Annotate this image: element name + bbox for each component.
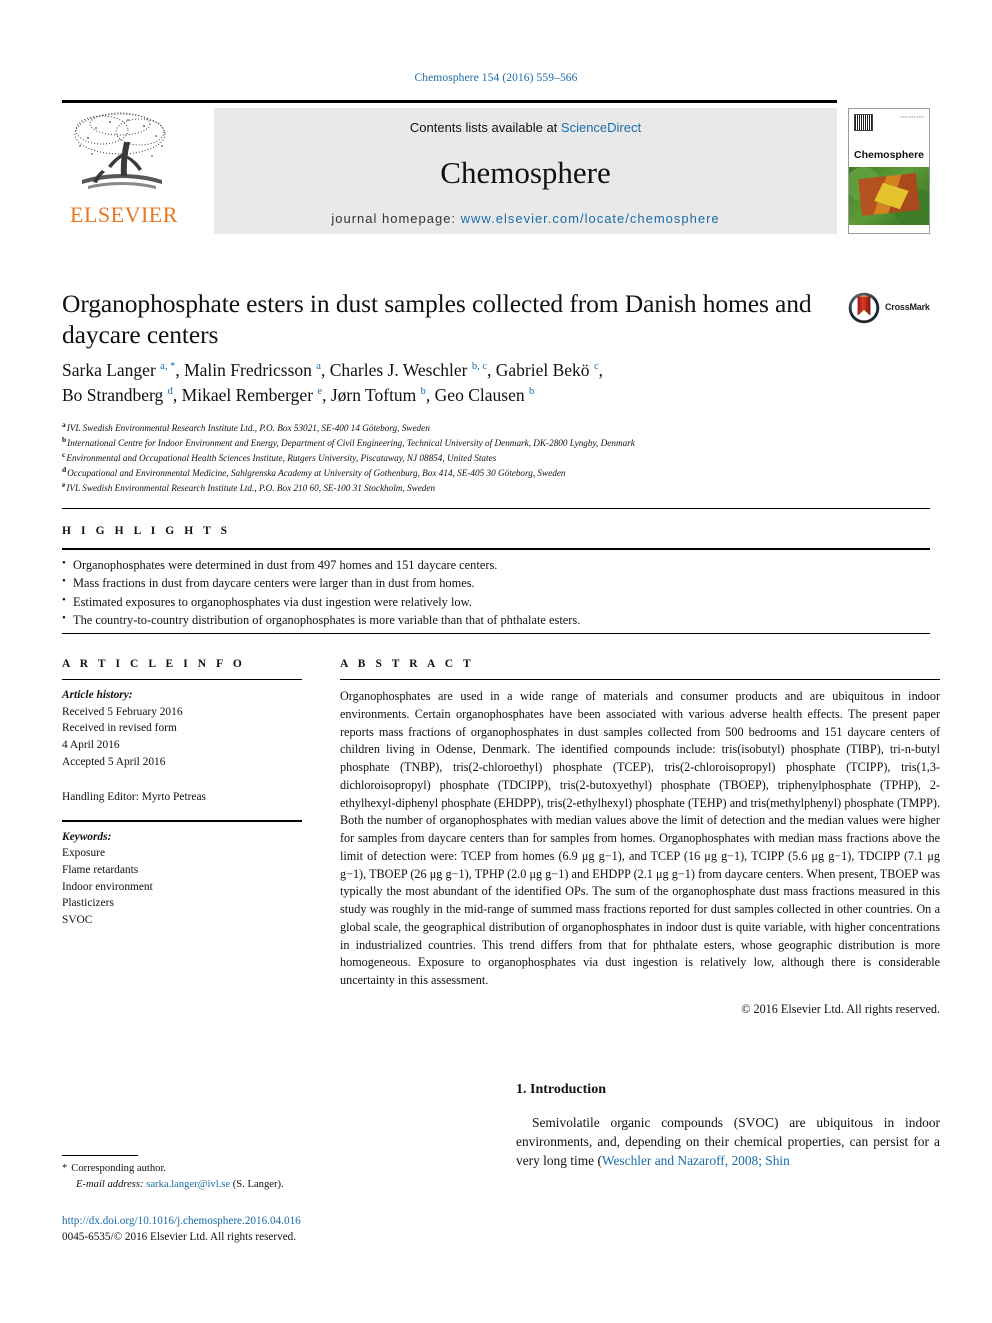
masthead-center-panel: Contents lists available at ScienceDirec…: [214, 108, 837, 234]
abstract-rule: [340, 679, 940, 680]
affiliation-text: IVL Swedish Environmental Research Insti…: [66, 482, 436, 493]
highlights-top-rule: [62, 508, 930, 509]
info-section-top-rule: [62, 633, 930, 634]
affiliation-marker: e: [62, 479, 66, 489]
history-item: 4 April 2016: [62, 738, 120, 751]
history-item: Accepted 5 April 2016: [62, 755, 166, 768]
article-history-label: Article history:: [62, 689, 133, 701]
doi-link[interactable]: http://dx.doi.org/10.1016/j.chemosphere.…: [62, 1213, 502, 1229]
footnote-rule: [62, 1155, 138, 1156]
highlights-list: Organophosphates were determined in dust…: [62, 555, 930, 630]
title-block: Organophosphate esters in dust samples c…: [62, 288, 842, 351]
history-item: Received 5 February 2016: [62, 705, 183, 718]
running-head: Chemosphere 154 (2016) 559–566: [414, 72, 578, 84]
abstract-heading: A B S T R A C T: [340, 658, 475, 670]
affiliation-item: bInternational Centre for Indoor Environ…: [62, 436, 942, 451]
elsevier-tree-icon: [74, 112, 166, 189]
contents-available-line: Contents lists available at ScienceDirec…: [214, 120, 837, 135]
affiliation-text: Occupational and Environmental Medicine,…: [67, 467, 566, 478]
keywords-label: Keywords:: [62, 830, 112, 843]
list-item: Estimated exposures to organophosphates …: [62, 592, 930, 611]
elsevier-logo: ELSEVIER: [62, 108, 192, 234]
email-note: E-mail address: sarka.langer@ivl.se (S. …: [62, 1177, 482, 1193]
affiliation-text: IVL Swedish Environmental Research Insti…: [66, 423, 430, 433]
introduction-heading: 1. Introduction: [516, 1082, 606, 1097]
email-link[interactable]: sarka.langer@ivl.se: [146, 1179, 230, 1190]
doi-block: http://dx.doi.org/10.1016/j.chemosphere.…: [62, 1213, 502, 1245]
cover-journal-name: Chemosphere: [853, 149, 925, 161]
keyword-item: Plasticizers: [62, 897, 114, 910]
author-list: Sarka Langer a, *, Malin Fredricsson a, …: [62, 358, 862, 408]
list-item: The country-to-country distribution of o…: [62, 610, 930, 629]
article-info-rule: [62, 679, 302, 680]
cover-bottom-band: [849, 225, 929, 233]
keyword-item: SVOC: [62, 914, 93, 927]
affiliation-item: dOccupational and Environmental Medicine…: [62, 464, 942, 481]
journal-homepage-line: journal homepage: www.elsevier.com/locat…: [214, 211, 837, 226]
article-first-page: Chemosphere 154 (2016) 559–566 ELSEVIER …: [0, 0, 992, 1323]
highlights-heading: H I G H L I G H T S: [62, 525, 231, 537]
issn-copyright-line: 0045-6535/© 2016 Elsevier Ltd. All right…: [62, 1231, 297, 1244]
history-item: Received in revised form: [62, 722, 177, 735]
cover-top-band: ISSN 0045-6535 Chemosphere: [849, 109, 929, 167]
corresponding-author-label: Corresponding author.: [71, 1163, 167, 1174]
article-info-heading: A R T I C L E I N F O: [62, 658, 246, 670]
handling-editor: Handling Editor: Myrto Petreas: [62, 791, 206, 804]
sciencedirect-link[interactable]: ScienceDirect: [561, 120, 641, 135]
affiliation-marker: d: [62, 464, 67, 474]
crossmark-icon: [848, 292, 880, 324]
homepage-url-link[interactable]: www.elsevier.com/locate/chemosphere: [461, 211, 720, 226]
elsevier-wordmark: ELSEVIER: [70, 202, 178, 227]
author-line-2: Bo Strandberg d, Mikael Remberger e, Jør…: [62, 384, 535, 405]
crossmark-badge[interactable]: CrossMark: [848, 292, 944, 326]
barcode-icon: [854, 114, 873, 131]
keyword-item: Flame retardants: [62, 864, 139, 877]
affiliation-item: eIVL Swedish Environmental Research Inst…: [62, 479, 942, 496]
corresponding-author-note: * Corresponding author.: [62, 1161, 482, 1177]
introduction-paragraph: Semivolatile organic compounds (SVOC) ar…: [516, 1113, 940, 1170]
email-label: E-mail address:: [76, 1178, 144, 1190]
keyword-item: Indoor environment: [62, 880, 153, 893]
author-line-1: Sarka Langer a, *, Malin Fredricsson a, …: [62, 360, 603, 380]
crossmark-label: CrossMark: [885, 302, 930, 312]
contents-prefix: Contents lists available at: [409, 120, 561, 135]
cover-artwork: [849, 167, 929, 225]
journal-masthead: ELSEVIER Contents lists available at Sci…: [62, 100, 930, 234]
affiliation-item: cEnvironmental and Occupational Health S…: [62, 451, 942, 466]
affiliation-marker: c: [62, 449, 66, 459]
email-suffix: (S. Langer).: [232, 1178, 284, 1190]
list-item: Organophosphates were determined in dust…: [62, 555, 930, 574]
homepage-label: journal homepage:: [331, 211, 461, 226]
affiliation-text: International Centre for Indoor Environm…: [67, 437, 635, 448]
introduction-section: 1. Introduction Semivolatile organic com…: [516, 1082, 940, 1170]
affiliation-marker: a: [62, 419, 66, 429]
abstract-text: Organophosphates are used in a wide rang…: [340, 689, 940, 987]
affiliation-list: aIVL Swedish Environmental Research Inst…: [62, 421, 942, 496]
footnote-block: * Corresponding author. E-mail address: s…: [62, 1161, 482, 1193]
article-info-column: A R T I C L E I N F O Article history: R…: [62, 658, 302, 929]
masthead-top-rule: [62, 100, 837, 103]
highlights-rule: [62, 548, 930, 550]
asterisk-icon: *: [62, 1163, 68, 1174]
citation-link[interactable]: Weschler and Nazaroff, 2008; Shin: [602, 1153, 790, 1168]
affiliation-item: aIVL Swedish Environmental Research Inst…: [62, 421, 942, 436]
journal-title: Chemosphere: [440, 155, 611, 190]
article-history-block: Article history: Received 5 February 201…: [62, 687, 302, 806]
journal-cover-thumbnail: ISSN 0045-6535 Chemosphere: [848, 108, 930, 234]
page-title: Organophosphate esters in dust samples c…: [62, 289, 812, 350]
keywords-block: Keywords: Exposure Flame retardants Indo…: [62, 829, 302, 929]
list-item: Mass fractions in dust from daycare cent…: [62, 573, 930, 592]
keyword-item: Exposure: [62, 847, 106, 860]
affiliation-marker: b: [62, 434, 67, 444]
affiliation-text: Environmental and Occupational Health Sc…: [66, 452, 497, 463]
cover-issn-text: ISSN 0045-6535: [899, 115, 924, 119]
abstract-column: A B S T R A C T Organophosphates are use…: [340, 658, 940, 1017]
keywords-rule: [62, 819, 302, 822]
abstract-copyright: © 2016 Elsevier Ltd. All rights reserved…: [741, 1001, 940, 1016]
